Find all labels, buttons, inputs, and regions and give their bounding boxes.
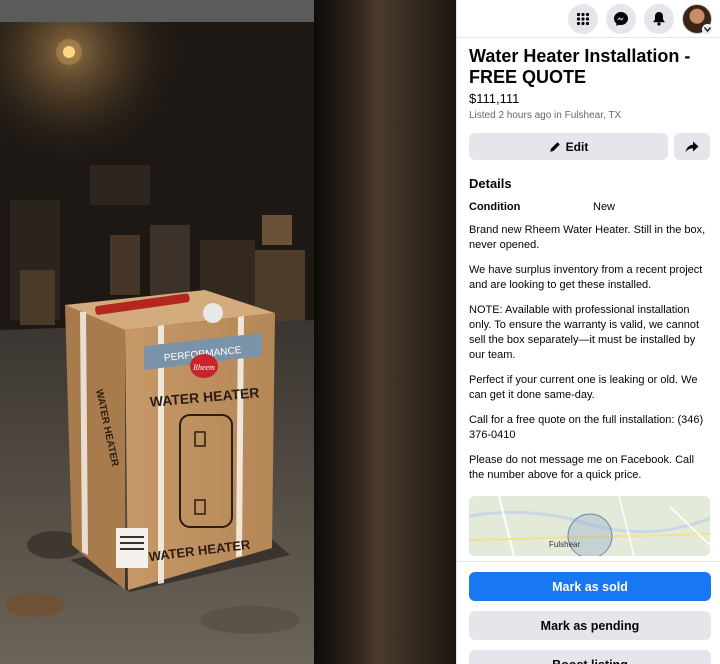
profile-avatar[interactable]: [682, 3, 713, 35]
pencil-icon: [549, 141, 560, 152]
box-brand-logo: Rheem: [192, 363, 215, 372]
boost-listing-button[interactable]: Boost listing: [469, 650, 711, 664]
condition-row: Condition New: [469, 201, 710, 213]
listing-title: Water Heater Installation - FREE QUOTE: [469, 46, 691, 87]
description-paragraph: Please do not message me on Facebook. Ca…: [469, 454, 695, 481]
share-arrow-icon: [685, 141, 699, 152]
listing-detail-panel: Water Heater Installation - FREE QUOTE $…: [456, 0, 720, 664]
listing-actions: Edit: [469, 133, 710, 160]
condition-label: Condition: [469, 201, 521, 213]
map-place-label: Fulshear: [549, 540, 580, 549]
seller-actions: Mark as sold Mark as pending Boost listi…: [457, 561, 720, 664]
listing-price: $111,111: [469, 91, 520, 106]
top-navigation-bar: [457, 0, 720, 38]
edit-button[interactable]: Edit: [469, 133, 668, 160]
listing-photo-viewer[interactable]: PERFORMANCE Rheem WATER HEATER WATER HEA…: [0, 0, 456, 664]
grid-menu-icon[interactable]: [568, 3, 598, 34]
mark-as-sold-button[interactable]: Mark as sold: [469, 572, 711, 601]
share-button[interactable]: [674, 133, 710, 160]
description-paragraph: Perfect if your current one is leaking o…: [469, 374, 698, 401]
bell-icon[interactable]: [644, 3, 674, 34]
messenger-icon[interactable]: [606, 3, 636, 34]
photo-blur-background: [314, 0, 456, 664]
description-paragraph: Brand new Rheem Water Heater. Still in t…: [469, 224, 706, 251]
mark-as-pending-button[interactable]: Mark as pending: [469, 611, 711, 640]
listing-description: Brand new Rheem Water Heater. Still in t…: [469, 223, 710, 483]
chevron-down-icon: [702, 23, 713, 35]
edit-button-label: Edit: [565, 139, 589, 154]
description-paragraph: We have surplus inventory from a recent …: [469, 264, 703, 291]
location-map[interactable]: Fulshear: [469, 496, 710, 556]
description-paragraph: Call for a free quote on the full instal…: [469, 414, 704, 441]
description-paragraph: NOTE: Available with professional instal…: [469, 304, 700, 361]
listing-photo: PERFORMANCE Rheem WATER HEATER WATER HEA…: [0, 0, 314, 664]
listing-meta: Listed 2 hours ago in Fulshear, TX: [469, 110, 622, 121]
details-heading: Details: [469, 176, 512, 191]
condition-value: New: [593, 201, 616, 213]
listing-scroll-area[interactable]: Water Heater Installation - FREE QUOTE $…: [457, 38, 720, 560]
